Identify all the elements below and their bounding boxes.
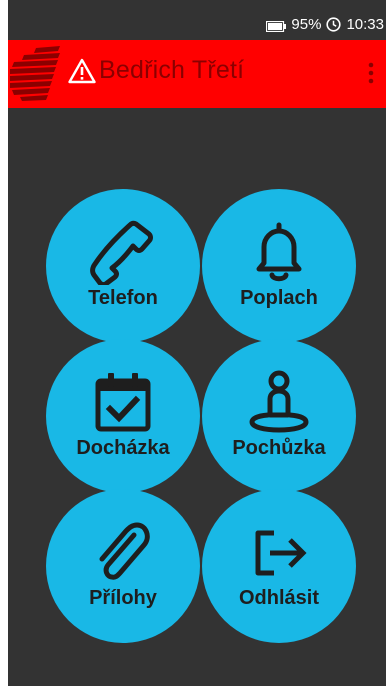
prilohy-label: Přílohy	[89, 587, 157, 609]
odhlasit-label: Odhlásit	[238, 587, 319, 609]
app-bar: Bedřich Třetí	[8, 40, 386, 108]
phone-icon	[90, 219, 156, 287]
status-indicators: 95% 10:33	[266, 16, 384, 33]
person-location-icon	[246, 369, 312, 435]
pochuzka-label: Pochůzka	[232, 437, 326, 459]
bell-icon	[246, 219, 312, 285]
pochuzka-button[interactable]: Pochůzka	[202, 339, 356, 493]
more-vert-icon[interactable]	[368, 62, 374, 84]
odhlasit-button[interactable]: Odhlásit	[202, 489, 356, 643]
battery-level: 95%	[291, 16, 322, 33]
logout-icon	[246, 519, 312, 585]
telefon-button[interactable]: Telefon	[46, 189, 200, 343]
poplach-label: Poplach	[240, 287, 318, 309]
battery-icon	[266, 19, 287, 33]
poplach-button[interactable]: Poplach	[202, 189, 356, 343]
status-bar: 95% 10:33	[8, 0, 386, 40]
paperclip-icon	[90, 519, 156, 585]
status-time: 10:33	[346, 16, 384, 33]
dochazka-label: Docházka	[76, 437, 170, 459]
dochazka-button[interactable]: Docházka	[46, 339, 200, 493]
app-title: Bedřich Třetí	[99, 56, 245, 84]
prilohy-button[interactable]: Přílohy	[46, 489, 200, 643]
warning-triangle-icon	[68, 58, 96, 84]
clock-icon	[326, 17, 342, 32]
calendar-check-icon	[90, 369, 156, 435]
company-logo	[10, 46, 64, 102]
app-screen: 95% 10:33 Bedřich Třetí Telefon Poplach …	[8, 0, 386, 686]
telefon-label: Telefon	[88, 287, 158, 309]
